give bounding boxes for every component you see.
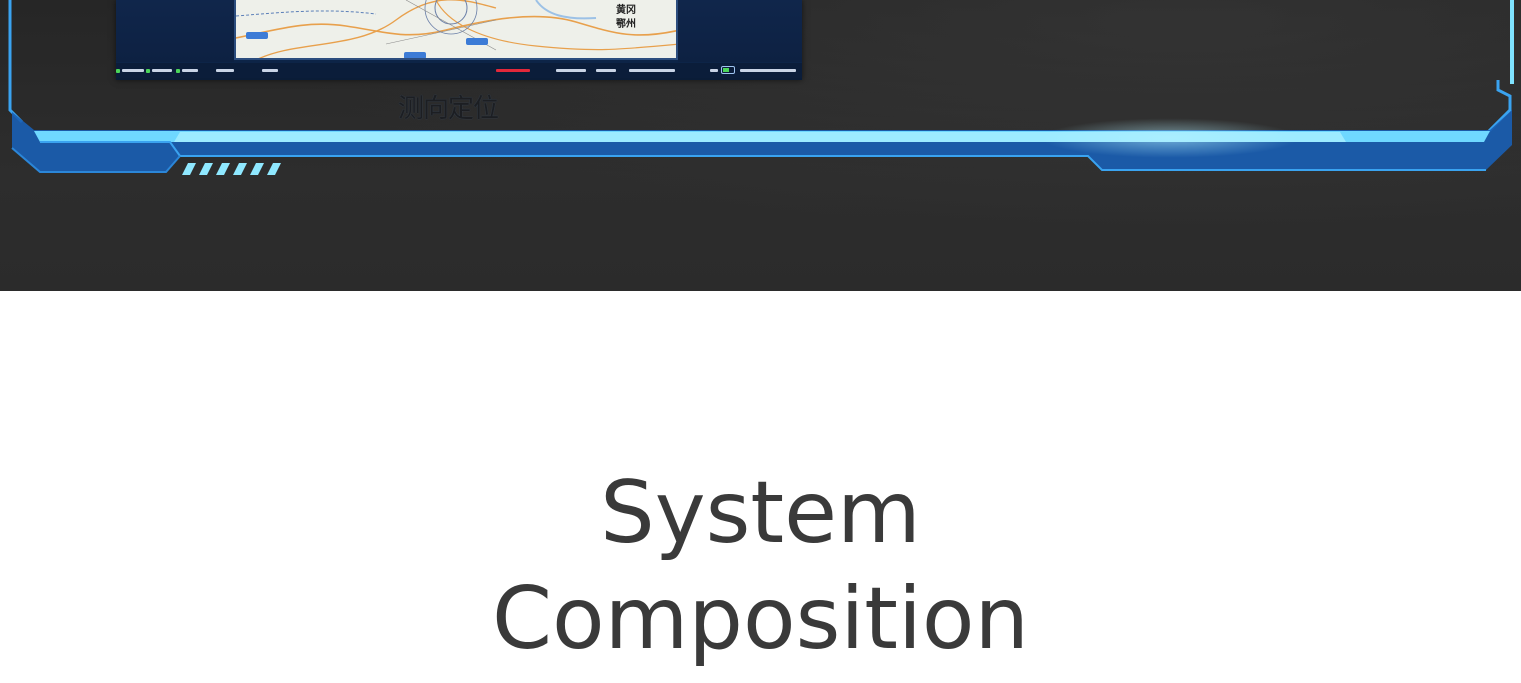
frame-stripes bbox=[182, 163, 281, 175]
status-text bbox=[262, 69, 278, 72]
hero-banner: 黄冈 鄂州 测向定位 bbox=[0, 0, 1521, 291]
map-city-label: 黄冈 bbox=[616, 5, 636, 16]
map-marker[interactable] bbox=[466, 38, 488, 45]
status-alert bbox=[496, 69, 530, 72]
map-marker[interactable] bbox=[404, 52, 426, 58]
status-text bbox=[710, 69, 718, 72]
status-toggle[interactable] bbox=[721, 66, 735, 74]
map-city-label: 鄂州 bbox=[616, 19, 636, 30]
status-clock bbox=[740, 69, 796, 72]
status-text bbox=[596, 69, 616, 72]
status-text bbox=[629, 69, 675, 72]
map-view[interactable]: 黄冈 鄂州 bbox=[234, 0, 678, 60]
app-status-bar bbox=[116, 63, 802, 78]
app-screenshot: 黄冈 鄂州 bbox=[116, 0, 802, 80]
status-text bbox=[122, 69, 144, 72]
feature-caption: 测向定位 bbox=[398, 94, 499, 124]
page: 黄冈 鄂州 测向定位 System Composition bbox=[0, 0, 1521, 683]
app-left-panel bbox=[116, 0, 234, 62]
map-marker[interactable] bbox=[246, 32, 268, 39]
map-roads bbox=[236, 0, 676, 58]
status-text bbox=[556, 69, 586, 72]
status-text bbox=[182, 69, 198, 72]
section-heading-line2: Composition bbox=[491, 569, 1030, 669]
section-heading-line1: System bbox=[600, 463, 921, 563]
section-heading: System Composition bbox=[0, 460, 1521, 672]
status-text bbox=[152, 69, 172, 72]
status-text bbox=[216, 69, 234, 72]
app-right-panel bbox=[678, 0, 802, 62]
